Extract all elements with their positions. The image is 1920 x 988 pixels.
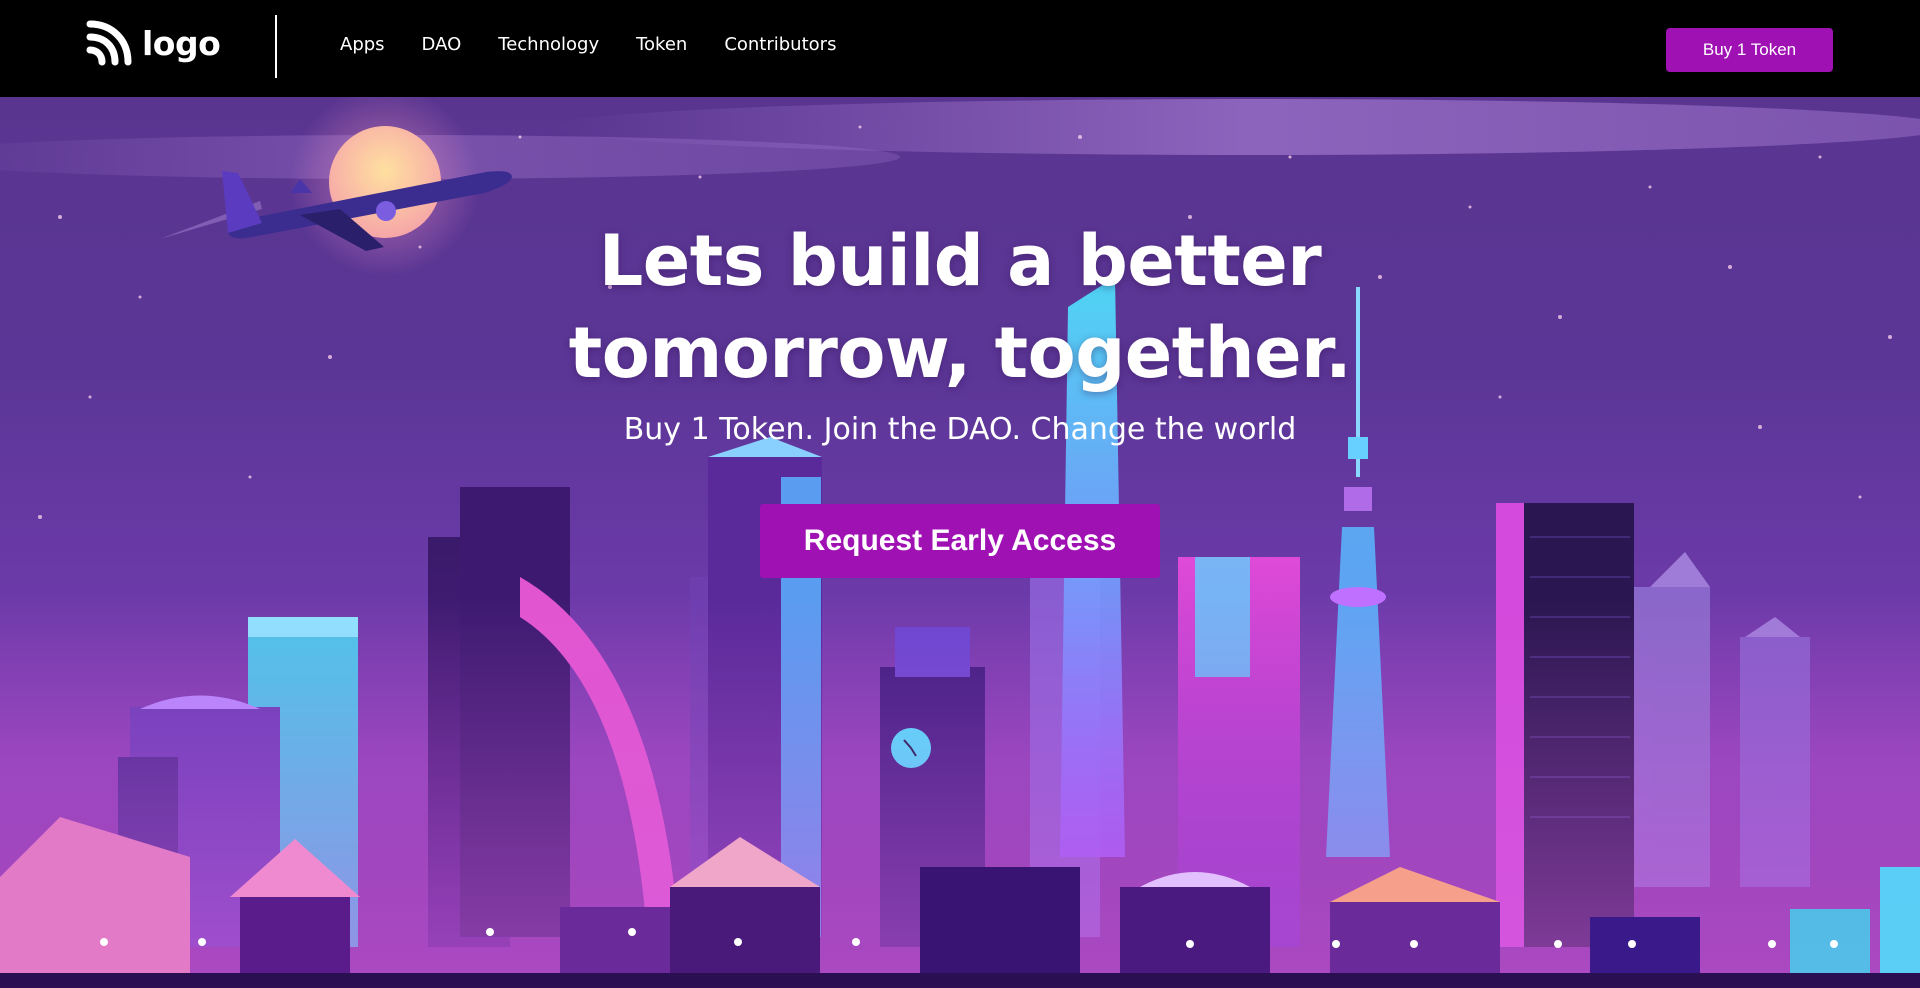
wifi-signal-icon: [86, 20, 132, 66]
main-nav: Apps DAO Technology Token Contributors: [340, 34, 836, 55]
nav-dao[interactable]: DAO: [422, 34, 462, 55]
nav-contributors[interactable]: Contributors: [724, 34, 836, 55]
site-header: logo Apps DAO Technology Token Contribut…: [0, 0, 1920, 97]
nav-apps[interactable]: Apps: [340, 34, 385, 55]
header-divider: [275, 15, 277, 78]
request-early-access-button[interactable]: Request Early Access: [760, 504, 1160, 578]
logo-link[interactable]: logo: [86, 18, 221, 68]
waterfront: [0, 973, 1920, 988]
hero-title-line-2: tomorrow, together.: [568, 312, 1352, 394]
hero-subtitle: Buy 1 Token. Join the DAO. Change the wo…: [623, 412, 1297, 447]
logo-text: logo: [142, 23, 221, 63]
hero-section: Lets build a better tomorrow, together. …: [0, 97, 1920, 988]
hero-title: Lets build a better tomorrow, together.: [360, 215, 1560, 399]
nav-technology[interactable]: Technology: [498, 34, 599, 55]
nav-token[interactable]: Token: [636, 34, 687, 55]
hero-title-line-1: Lets build a better: [598, 220, 1322, 302]
buy-token-button[interactable]: Buy 1 Token: [1666, 28, 1833, 72]
